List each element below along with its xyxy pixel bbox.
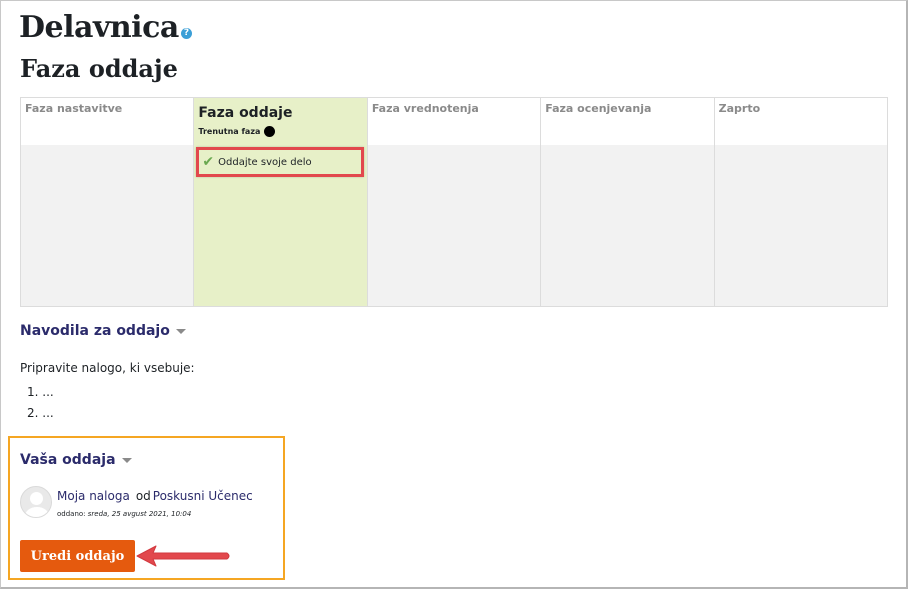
page-title: Delavnica? bbox=[19, 10, 192, 45]
phase-title: Faza vrednotenja bbox=[371, 102, 479, 115]
phase-title: Faza nastavitve bbox=[25, 102, 123, 115]
instructions-list: 1. ... 2. ... bbox=[27, 382, 54, 424]
phase-submission: Faza oddaje Trenutna faza ✔ Oddajte svoj… bbox=[194, 98, 368, 306]
phase-body bbox=[21, 145, 194, 306]
phase-title: Faza ocenjevanja bbox=[545, 102, 652, 115]
instructions-heading-label: Navodila za oddajo bbox=[20, 323, 170, 339]
submitted-date: sreda, 25 avgust 2021, 10:04 bbox=[87, 510, 192, 518]
phase-title: Zaprto bbox=[718, 102, 761, 115]
phase-body bbox=[367, 145, 541, 306]
phase-assessment: Faza vrednotenja bbox=[367, 98, 542, 306]
list-item: 2. ... bbox=[27, 406, 54, 420]
submission-line: Moja naloga od Poskusni Učenec bbox=[57, 489, 253, 503]
submission-meta: oddano: sreda, 25 avgust 2021, 10:04 bbox=[57, 510, 191, 518]
collapse-caret-icon[interactable] bbox=[121, 457, 132, 463]
page-title-text: Delavnica bbox=[19, 10, 179, 45]
submitted-label: oddano: bbox=[57, 510, 86, 518]
phase-body bbox=[541, 145, 714, 306]
current-phase-indicator: Trenutna faza bbox=[198, 126, 362, 137]
phase-setup: Faza nastavitve bbox=[21, 98, 195, 306]
instructions-text: Pripravite nalogo, ki vsebuje: bbox=[20, 361, 195, 375]
help-icon[interactable]: ? bbox=[180, 28, 192, 39]
current-phase-dot-icon bbox=[264, 126, 276, 137]
list-item: 1. ... bbox=[27, 385, 54, 399]
phase-title: Faza oddaje bbox=[198, 105, 293, 121]
current-phase-label: Trenutna faza bbox=[198, 127, 261, 136]
phase-grading: Faza ocenjevanja bbox=[541, 98, 715, 306]
check-icon: ✔ bbox=[202, 154, 215, 170]
task-label: Oddajte svoje delo bbox=[218, 156, 312, 168]
arrow-icon bbox=[136, 545, 230, 567]
submission-heading-label: Vaša oddaja bbox=[20, 452, 116, 468]
task-item: ✔ Oddajte svoje delo bbox=[196, 147, 365, 177]
avatar-icon[interactable] bbox=[20, 486, 52, 518]
phase-body bbox=[714, 145, 888, 306]
collapse-caret-icon[interactable] bbox=[175, 328, 186, 334]
edit-submission-button[interactable]: Uredi oddajo bbox=[20, 540, 135, 572]
phases-table: Faza nastavitve Faza oddaje Trenutna faz… bbox=[20, 97, 888, 307]
instructions-heading[interactable]: Navodila za oddajo bbox=[20, 323, 186, 339]
phase-body: ✔ Oddajte svoje delo bbox=[194, 145, 367, 306]
author-link[interactable]: Poskusni Učenec bbox=[153, 489, 253, 503]
page-subtitle: Faza oddaje bbox=[20, 54, 178, 83]
by-label: od bbox=[135, 489, 151, 503]
submission-title-link[interactable]: Moja naloga bbox=[57, 489, 130, 503]
phase-closed: Zaprto bbox=[714, 98, 888, 306]
submission-heading[interactable]: Vaša oddaja bbox=[20, 452, 132, 468]
